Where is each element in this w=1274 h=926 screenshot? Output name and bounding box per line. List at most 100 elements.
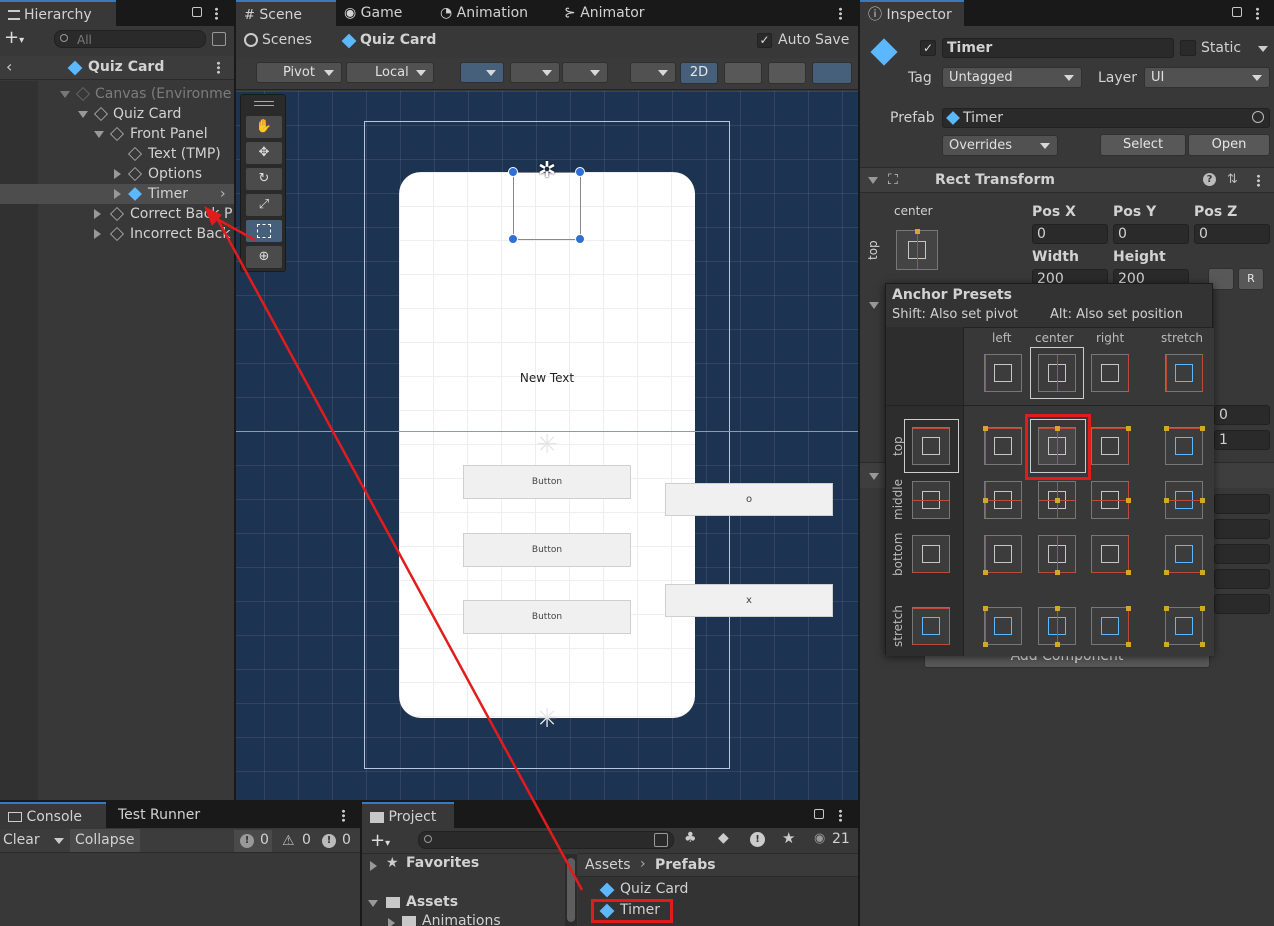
effects-toggle[interactable]	[812, 62, 852, 84]
rect-tool-icon[interactable]	[246, 220, 282, 242]
hierarchy-row-correct-back[interactable]: Correct Back P	[0, 204, 234, 224]
project-scrollbar[interactable]	[565, 854, 577, 926]
rotate-tool-icon[interactable]: ↻	[246, 168, 282, 190]
expand-arrow-icon[interactable]	[368, 900, 378, 907]
project-add-button[interactable]: +▾	[370, 830, 390, 851]
filter-type-icon[interactable]: ♣	[684, 830, 697, 846]
grid-increment-dropdown[interactable]	[562, 62, 608, 83]
open-button[interactable]: Open	[1188, 134, 1270, 156]
preset-stretch-stretch[interactable]	[1164, 606, 1205, 647]
console-menu-icon[interactable]	[342, 809, 345, 822]
clear-button[interactable]: Clear	[3, 832, 40, 848]
collapse-arrow-icon[interactable]	[388, 918, 395, 926]
tab-console[interactable]: Console	[0, 802, 106, 828]
scene-menu-icon[interactable]	[839, 7, 842, 20]
hierarchy-row-options[interactable]: Options	[0, 164, 234, 184]
preset-bottom-center[interactable]	[1038, 535, 1076, 575]
scene-search-icon[interactable]	[212, 32, 226, 46]
open-prefab-arrow-icon[interactable]: ›	[220, 184, 226, 204]
collapse-arrow-icon[interactable]	[868, 177, 878, 184]
lock-icon[interactable]	[1232, 7, 1242, 17]
preset-middle-center[interactable]	[1038, 481, 1076, 519]
preset-middle-stretch[interactable]	[1164, 481, 1205, 519]
breadcrumb-menu-icon[interactable]	[217, 61, 220, 74]
hierarchy-search-input[interactable]: All	[54, 30, 206, 48]
pos-y-field[interactable]: 0	[1113, 224, 1189, 244]
lock-icon[interactable]	[814, 809, 824, 819]
preset-middle-left[interactable]	[983, 481, 1022, 519]
hierarchy-row-front-panel[interactable]: Front Panel	[0, 124, 234, 144]
autosave-checkbox[interactable]: ✓	[757, 33, 772, 48]
search-window-icon[interactable]	[654, 833, 668, 847]
component-field[interactable]	[1214, 594, 1270, 614]
preset-col-center[interactable]	[1038, 354, 1076, 392]
hierarchy-row-text-tmp[interactable]: Text (TMP)	[0, 144, 234, 164]
hand-tool-icon[interactable]: ✋	[246, 116, 282, 138]
collapse-arrow-icon[interactable]	[94, 229, 101, 239]
preset-col-stretch[interactable]	[1165, 354, 1203, 392]
preset-stretch-center[interactable]	[1038, 606, 1076, 647]
component-field[interactable]	[1214, 519, 1270, 539]
breadcrumb-scenes[interactable]: Scenes	[262, 32, 312, 48]
preset-icon[interactable]: ⇅	[1227, 172, 1238, 187]
component-foldout-icon[interactable]	[869, 473, 879, 480]
grid-snap-toggle[interactable]	[460, 62, 504, 83]
preset-top-right[interactable]	[1091, 426, 1131, 465]
draw-mode-dropdown[interactable]	[630, 62, 676, 83]
clear-options-arrow[interactable]	[54, 838, 64, 844]
preset-row-bottom[interactable]	[912, 535, 950, 573]
lighting-toggle[interactable]	[724, 62, 762, 84]
rect-handle[interactable]	[508, 167, 518, 177]
breadcrumb-quiz-card[interactable]: Quiz Card	[360, 32, 436, 48]
path-prefabs[interactable]: Prefabs	[655, 857, 716, 873]
hierarchy-row-canvas[interactable]: Canvas (Environme	[0, 84, 234, 104]
option-button[interactable]: Button	[463, 465, 631, 499]
hierarchy-row-incorrect-back[interactable]: Incorrect Back	[0, 224, 234, 244]
overrides-dropdown[interactable]: Overrides	[942, 135, 1058, 156]
favorites-label[interactable]: Favorites	[406, 855, 479, 871]
collapse-arrow-icon[interactable]	[370, 861, 377, 871]
move-tool-icon[interactable]: ✥	[246, 142, 282, 164]
transform-tool-icon[interactable]: ⊕	[246, 246, 282, 268]
hierarchy-row-quiz-card[interactable]: Quiz Card	[0, 104, 234, 124]
prefab-field[interactable]: Timer	[942, 108, 1270, 128]
inspector-menu-icon[interactable]	[1256, 7, 1259, 20]
tab-inspector[interactable]: ⓘ Inspector	[860, 0, 964, 26]
correct-back-panel[interactable]: o	[665, 483, 833, 516]
select-button[interactable]: Select	[1100, 134, 1186, 156]
help-icon[interactable]: ?	[1203, 173, 1216, 186]
local-dropdown[interactable]: Local	[346, 62, 434, 83]
filter-log-icon[interactable]: !	[750, 832, 765, 847]
back-arrow-icon[interactable]: ‹	[6, 57, 12, 76]
expand-arrow-icon[interactable]	[60, 91, 70, 98]
assets-label[interactable]: Assets	[406, 894, 458, 910]
static-checkbox[interactable]	[1180, 40, 1196, 56]
path-assets[interactable]: Assets	[585, 857, 631, 873]
hierarchy-menu-icon[interactable]	[215, 7, 218, 20]
option-button[interactable]: Button	[463, 600, 631, 634]
tag-dropdown[interactable]: Untagged	[942, 67, 1082, 88]
animations-label[interactable]: Animations	[422, 913, 501, 926]
layer-dropdown[interactable]: UI	[1144, 67, 1270, 88]
hidden-eye-icon[interactable]: ◉	[814, 831, 825, 846]
preset-bottom-stretch[interactable]	[1164, 535, 1205, 575]
active-checkbox[interactable]: ✓	[920, 40, 936, 56]
incorrect-back-panel[interactable]: x	[665, 584, 833, 617]
snap-increment-dropdown[interactable]	[510, 62, 560, 83]
rect-handle[interactable]	[575, 234, 585, 244]
expand-arrow-icon[interactable]	[78, 111, 88, 118]
pos-x-field[interactable]: 0	[1032, 224, 1108, 244]
preset-stretch-right[interactable]	[1091, 606, 1131, 647]
scene-viewport[interactable]: ✲ New Text ✳ Button Button Button o x ✳	[236, 91, 858, 800]
hierarchy-row-timer[interactable]: Timer ›	[0, 184, 234, 204]
anchors-foldout-icon[interactable]	[869, 302, 879, 309]
tab-animation[interactable]: ◔ Animation	[432, 0, 536, 26]
preset-top-stretch[interactable]	[1164, 426, 1205, 465]
collapse-button[interactable]: Collapse	[70, 829, 140, 852]
collapse-arrow-icon[interactable]	[94, 209, 101, 219]
project-menu-icon[interactable]	[839, 809, 842, 822]
anchor-flower-icon[interactable]: ✲	[535, 159, 559, 183]
rect-handle[interactable]	[508, 234, 518, 244]
scale-tool-icon[interactable]: ⤢	[246, 194, 282, 216]
component-field[interactable]	[1214, 569, 1270, 589]
